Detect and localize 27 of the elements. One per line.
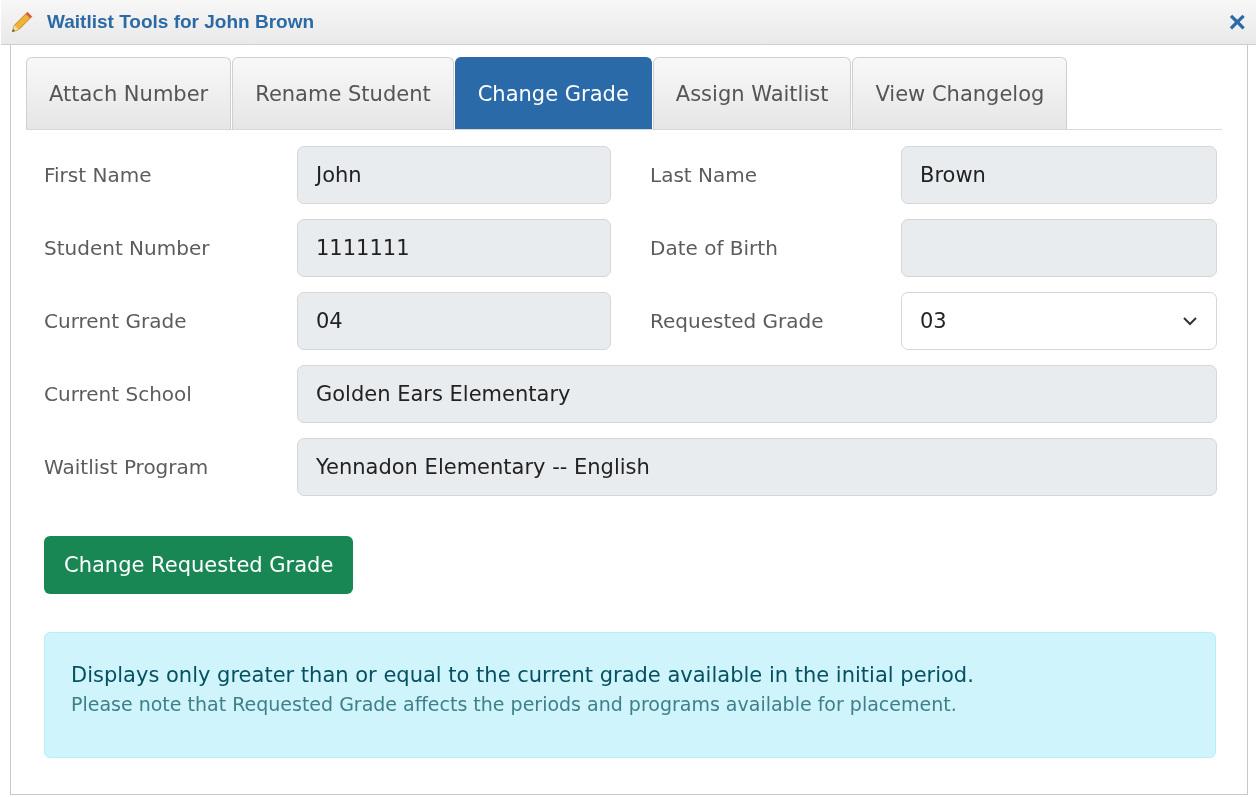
pencil-icon (9, 9, 35, 35)
field-label: Last Name (649, 162, 759, 189)
input-field[interactable]: Brown (901, 146, 1217, 204)
info-note: Please note that Requested Grade affects the periods and programs available for placement. (71, 693, 958, 715)
tab[interactable]: Change Grade (454, 57, 652, 129)
window-title: Waitlist Tools for John Brown (47, 11, 316, 33)
field-label: Date of Birth (649, 235, 779, 262)
field-label: Waitlist Program (44, 454, 210, 481)
field-label: First Name (44, 162, 153, 189)
info-heading: Displays only greater than or equal to the current grade available in the initial period. (71, 663, 975, 687)
input-field[interactable]: Golden Ears Elementary (297, 365, 1217, 423)
input-field[interactable]: Yennadon Elementary -- English (297, 438, 1217, 496)
tab[interactable]: View Changelog (852, 57, 1068, 129)
tab[interactable]: Rename Student (232, 57, 454, 129)
change-requested-grade-button[interactable]: Change Requested Grade (44, 536, 354, 594)
field-label: Student Number (44, 235, 211, 262)
field-label: Requested Grade (649, 308, 825, 335)
close-button[interactable]: × (1224, 7, 1250, 37)
tab[interactable]: Assign Waitlist (652, 57, 852, 129)
input-field[interactable] (901, 219, 1217, 277)
input-field[interactable]: 1111111 (297, 219, 611, 277)
field-label: Current Grade (44, 308, 188, 335)
input-field[interactable]: 04 (297, 292, 611, 350)
input-field[interactable]: John (297, 146, 611, 204)
grade-dropdown[interactable]: 03 (901, 292, 1217, 350)
tab[interactable]: Attach Number (26, 57, 232, 129)
field-label: Current School (44, 381, 193, 408)
